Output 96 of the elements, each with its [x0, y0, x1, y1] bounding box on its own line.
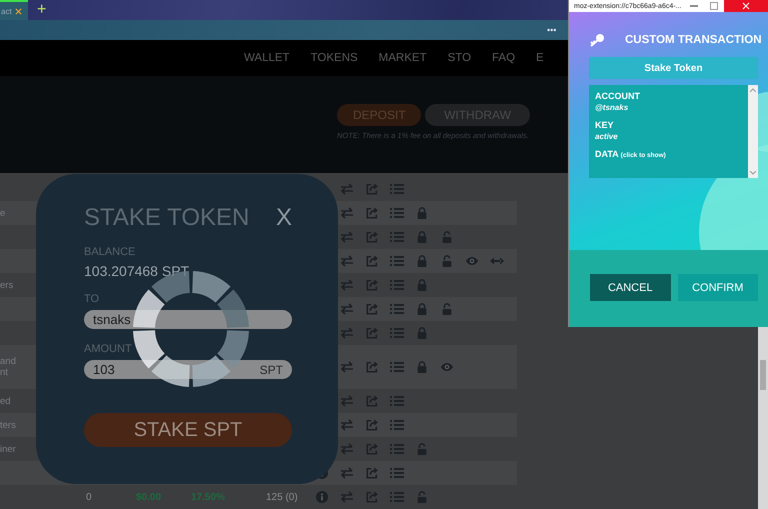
- share-icon[interactable]: [365, 231, 379, 243]
- row-label: e: [0, 208, 6, 218]
- lock-icon[interactable]: [415, 231, 429, 243]
- swap-icon[interactable]: [340, 467, 354, 479]
- swap-icon[interactable]: [340, 395, 354, 407]
- eye-icon[interactable]: [465, 255, 479, 267]
- share-icon[interactable]: [365, 327, 379, 339]
- menu-button[interactable]: •••: [547, 25, 556, 35]
- lock-icon[interactable]: [415, 361, 429, 373]
- info-icon[interactable]: [315, 491, 329, 503]
- share-icon[interactable]: [365, 361, 379, 373]
- detail-label: ACCOUNT: [595, 91, 640, 101]
- share-icon[interactable]: [365, 467, 379, 479]
- share-icon[interactable]: [365, 279, 379, 291]
- row-label: ed: [0, 396, 12, 406]
- share-icon[interactable]: [365, 491, 379, 503]
- swap-icon[interactable]: [340, 231, 354, 243]
- lock-icon[interactable]: [415, 303, 429, 315]
- field-label: TO: [84, 293, 100, 305]
- window-heading: CUSTOM TRANSACTION: [625, 34, 762, 46]
- nav-link[interactable]: MARKET: [378, 52, 427, 64]
- table-cell-text: 0: [85, 492, 93, 502]
- detail-value: active: [595, 132, 619, 141]
- swap-icon[interactable]: [340, 279, 354, 291]
- list-icon[interactable]: [390, 327, 404, 339]
- swap-icon[interactable]: [340, 443, 354, 455]
- share-icon[interactable]: [365, 183, 379, 195]
- cancel-button[interactable]: CANCEL: [590, 274, 670, 301]
- nav-link[interactable]: WALLET: [244, 52, 290, 64]
- list-icon[interactable]: [390, 183, 404, 195]
- swap-icon[interactable]: [340, 419, 354, 431]
- unlock-icon[interactable]: [440, 303, 454, 315]
- detail-label: KEY: [595, 120, 614, 130]
- lock-icon[interactable]: [415, 279, 429, 291]
- swap-icon[interactable]: [340, 327, 354, 339]
- list-icon[interactable]: [390, 361, 404, 373]
- detail-value: @tsnaks: [595, 103, 630, 112]
- list-icon[interactable]: [390, 207, 404, 219]
- list-icon[interactable]: [390, 419, 404, 431]
- list-icon[interactable]: [390, 255, 404, 267]
- field-label: AMOUNT: [84, 343, 133, 355]
- share-icon[interactable]: [365, 303, 379, 315]
- detail-label: DATA: [595, 149, 619, 159]
- operation-name: Stake Token: [589, 57, 758, 79]
- list-icon[interactable]: [390, 467, 404, 479]
- share-icon[interactable]: [365, 419, 379, 431]
- double-arrow-icon[interactable]: [490, 255, 504, 267]
- swap-icon[interactable]: [340, 183, 354, 195]
- row-label: and: [0, 356, 17, 367]
- list-icon[interactable]: [390, 395, 404, 407]
- share-icon[interactable]: [365, 207, 379, 219]
- scroll-down-icon[interactable]: [750, 171, 756, 175]
- nav-link[interactable]: TOKENS: [310, 52, 358, 64]
- swap-icon[interactable]: [340, 303, 354, 315]
- lock-icon[interactable]: [415, 327, 429, 339]
- share-icon[interactable]: [365, 443, 379, 455]
- share-icon[interactable]: [365, 255, 379, 267]
- close-button[interactable]: X: [276, 204, 292, 232]
- row-label: ers: [0, 280, 14, 290]
- table-cell-text: 125 (0): [265, 492, 299, 502]
- scrollbar[interactable]: [748, 85, 758, 178]
- lock-icon[interactable]: [415, 207, 429, 219]
- row-label: iner: [0, 444, 17, 454]
- field-label: BALANCE: [84, 246, 136, 258]
- key-icon: [589, 33, 605, 47]
- stake-button[interactable]: STAKE SPT: [84, 413, 292, 447]
- lock-icon[interactable]: [415, 255, 429, 267]
- balance-value: 103.207468 SPT: [84, 263, 190, 279]
- nav-link[interactable]: FAQ: [492, 52, 516, 64]
- scroll-up-icon[interactable]: [750, 88, 756, 92]
- dialog-title: STAKE TOKEN: [84, 204, 250, 232]
- unlock-icon[interactable]: [440, 231, 454, 243]
- unlock-icon[interactable]: [415, 491, 429, 503]
- swap-icon[interactable]: [340, 491, 354, 503]
- new-tab-button[interactable]: +: [34, 0, 50, 20]
- close-icon[interactable]: [14, 8, 22, 14]
- scrollbar[interactable]: [758, 327, 768, 509]
- list-icon[interactable]: [390, 231, 404, 243]
- list-icon[interactable]: [390, 491, 404, 503]
- list-icon[interactable]: [390, 303, 404, 315]
- browser-tab[interactable]: act: [0, 0, 28, 20]
- unlock-icon[interactable]: [440, 255, 454, 267]
- row-label: nt: [0, 367, 9, 378]
- list-icon[interactable]: [390, 279, 404, 291]
- confirm-button[interactable]: CONFIRM: [678, 274, 758, 301]
- row-label: ters: [0, 420, 17, 430]
- swap-icon[interactable]: [340, 207, 354, 219]
- close-icon[interactable]: [724, 0, 768, 12]
- eye-icon[interactable]: [440, 361, 454, 373]
- swap-icon[interactable]: [340, 255, 354, 267]
- unlock-icon[interactable]: [415, 443, 429, 455]
- share-icon[interactable]: [365, 395, 379, 407]
- nav-link[interactable]: STO: [448, 52, 472, 64]
- list-icon[interactable]: [390, 443, 404, 455]
- swap-icon[interactable]: [340, 361, 354, 373]
- nav-link[interactable]: E: [536, 52, 544, 64]
